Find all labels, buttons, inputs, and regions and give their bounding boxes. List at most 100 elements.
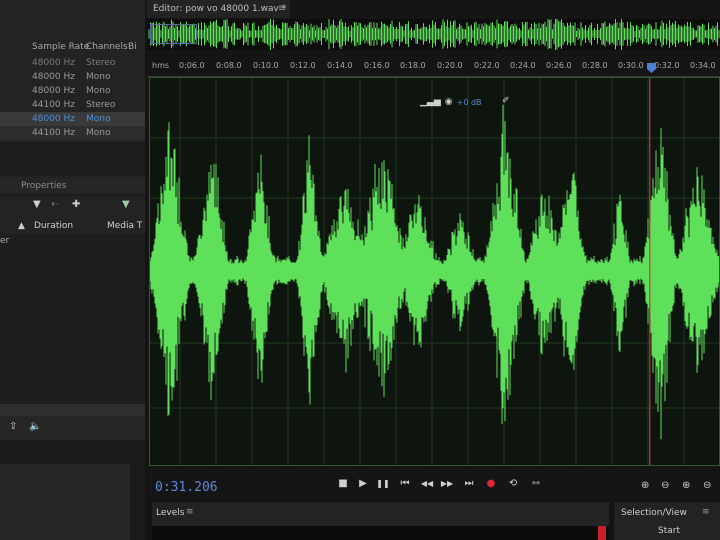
panel-menu-icon[interactable]: ≡ [278,3,286,14]
play-button[interactable]: ▶ [355,478,371,489]
zoom-out-amplitude-icon[interactable]: ⊖ [661,480,669,491]
ruler-tick-label: 0:14.0 [327,61,353,70]
stop-button[interactable]: ■ [335,478,351,489]
column-header-bit-depth[interactable]: Bi [128,42,137,52]
editor-tab[interactable]: Editor: pow vo 48000 1.wav * ≡ [147,0,290,18]
file-name-cell: 3 [0,72,6,82]
ruler-tick-label: 0:10.0 [253,61,279,70]
export-icon[interactable]: ⇪ [9,421,17,432]
file-row[interactable]: 3 44100 Hz Stereo [0,98,145,112]
properties-tab[interactable]: Properties [0,178,145,195]
sample-rate-cell: 48000 Hz [32,114,75,124]
sample-rate-cell: 48000 Hz [32,72,75,82]
channels-cell: Mono [86,128,111,138]
lower-panel-area [0,464,130,540]
ruler-tick-label: 0:28.0 [582,61,608,70]
ruler-tick-label: 0:30.0 [618,61,644,70]
ruler-tick-label: 0:32.0 [654,61,680,70]
ruler-tick-label: 0:08.0 [216,61,242,70]
volume-knob-icon[interactable]: ◉ [445,97,453,107]
ruler-tick-label: 0:24.0 [510,61,536,70]
skip-selection-button[interactable]: ⇿ [528,478,544,489]
sample-rate-cell: 44100 Hz [32,128,75,138]
ruler-tick-label: 0:06.0 [179,61,205,70]
gain-readout[interactable]: +0 dB [457,98,482,107]
panel-menu-icon[interactable]: ≡ [702,507,710,517]
horizontal-scrollbar[interactable] [0,404,145,416]
file-row[interactable]: r 44100 Hz Mono [0,126,145,140]
file-row[interactable]: 3 48000 Hz Mono [0,84,145,98]
channels-cell: Stereo [86,58,116,68]
filter-funnel-icon[interactable]: ▼ [122,199,130,210]
channels-cell: Stereo [86,100,116,110]
levels-panel-title[interactable]: Levels [156,508,184,518]
zoom-in-time-icon[interactable]: ⊕ [682,480,690,491]
ruler-tick-label: 0:22.0 [474,61,500,70]
left-lower-panel [0,440,145,540]
move-to-next-button[interactable]: ⏭ [461,478,477,489]
editor-panel: Editor: pow vo 48000 1.wav * ≡ hms 0:06.… [147,0,720,500]
levels-panel: Levels ≡ [152,502,609,540]
panel-menu-icon[interactable]: ≡ [186,507,194,517]
column-header-duration[interactable]: Duration [34,221,73,231]
ruler-tick-label: 0:16.0 [364,61,390,70]
media-list-header: ▲ Duration Media T [0,218,145,234]
files-panel-empty-area [0,142,145,176]
overview-zoom-handle[interactable] [150,24,197,44]
timeline-ruler[interactable]: hms 0:06.0 0:08.0 0:10.0 0:12.0 0:14.0 0… [147,56,720,77]
ruler-tick-label: 0:34.0 [690,61,716,70]
record-button[interactable]: ● [483,478,499,489]
waveform-overview[interactable] [147,19,720,50]
filter-dropdown-icon[interactable]: ▼ [33,199,41,210]
sample-rate-cell: 48000 Hz [32,58,75,68]
fast-forward-button[interactable]: ▶▶ [439,479,455,488]
ruler-unit-label: hms [152,61,170,70]
channels-cell: Mono [86,72,111,82]
selection-view-panel-title[interactable]: Selection/View [621,508,687,518]
file-name-cell: 3 [0,100,6,110]
file-name-cell: 3 [0,58,6,68]
rewind-button[interactable]: ◀◀ [419,479,435,488]
media-item-label[interactable]: er [0,236,9,246]
pin-icon[interactable]: ✐ [502,96,510,106]
waveform-display[interactable]: ▁▃▅ ◉ +0 dB ✐ [149,77,720,466]
level-meter [152,526,609,540]
ruler-tick-label: 0:18.0 [400,61,426,70]
pause-button[interactable]: ❚❚ [375,479,391,488]
file-name-cell: r [0,128,6,138]
files-table: Sample Rate Channels Bi 3 48000 Hz Stere… [0,40,145,140]
channels-cell: Mono [86,86,111,96]
media-toolbar: ▼ ⇠ ✚ ▼ [0,196,145,218]
move-to-previous-button[interactable]: ⏮ [397,478,413,489]
speaker-icon[interactable]: 🔈 [29,421,41,432]
ruler-tick-label: 0:20.0 [437,61,463,70]
sample-rate-cell: 48000 Hz [32,86,75,96]
loop-playback-button[interactable]: ⟲ [505,478,521,489]
column-header-sample-rate[interactable]: Sample Rate [32,42,89,52]
file-row-selected[interactable]: 3 48000 Hz Mono [0,112,145,126]
signal-bars-icon: ▁▃▅ [420,97,441,107]
selection-view-panel: Selection/View ≡ Start [614,502,720,540]
waveform-canvas [150,78,719,465]
zoom-out-time-icon[interactable]: ⊖ [703,480,711,491]
clip-indicator[interactable] [598,526,606,540]
sort-ascending-icon[interactable]: ▲ [18,221,25,231]
heads-up-display: ▁▃▅ ◉ +0 dB [420,94,482,110]
start-column-header: Start [658,526,680,536]
file-name-cell: 3 [0,86,6,96]
left-panel: Sample Rate Channels Bi 3 48000 Hz Stere… [0,0,145,540]
back-arrow-icon[interactable]: ⇠ [51,199,59,210]
overview-waveform-path [148,19,720,50]
column-header-media-type[interactable]: Media T [107,221,142,231]
column-header-channels[interactable]: Channels [86,42,128,52]
file-row[interactable]: 3 48000 Hz Stereo [0,56,145,70]
ruler-tick-label: 0:26.0 [546,61,572,70]
insert-icon[interactable]: ✚ [72,199,80,210]
sample-rate-cell: 44100 Hz [32,100,75,110]
current-time-display[interactable]: 0:31.206 [155,480,218,495]
file-row[interactable]: 3 48000 Hz Mono [0,70,145,84]
playhead-marker[interactable] [647,63,656,73]
properties-tab-label: Properties [21,181,67,191]
file-name-cell: 3 [0,114,6,124]
zoom-in-amplitude-icon[interactable]: ⊕ [641,480,649,491]
